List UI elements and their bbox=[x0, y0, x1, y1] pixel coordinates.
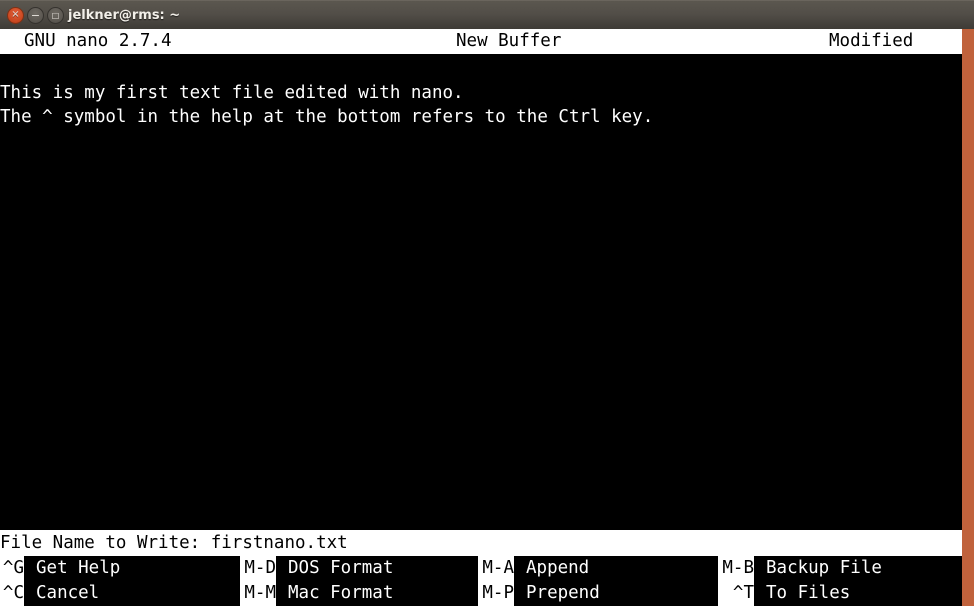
window-controls: × − □ bbox=[7, 7, 64, 24]
minimize-icon: − bbox=[30, 8, 41, 22]
shortcut-key: M-A bbox=[478, 556, 514, 581]
shortcut-label: Prepend bbox=[526, 583, 600, 603]
close-icon: × bbox=[11, 9, 20, 20]
window-title: jelkner@rms: ~ bbox=[68, 8, 181, 23]
editor-line: This is my first text file edited with n… bbox=[0, 83, 464, 103]
shortcut-label: Get Help bbox=[36, 558, 121, 578]
editor-line: The ^ symbol in the help at the bottom r… bbox=[0, 107, 654, 127]
window-frame-border bbox=[962, 29, 974, 606]
shortcut-label: To Files bbox=[766, 583, 851, 603]
minimize-button[interactable]: − bbox=[27, 7, 44, 24]
shortcut-key: ^G bbox=[0, 556, 24, 581]
maximize-icon: □ bbox=[51, 10, 60, 20]
nano-buffer-name: New Buffer bbox=[456, 31, 562, 51]
shortcut-label: Backup File bbox=[766, 558, 882, 578]
shortcut-key: ^T bbox=[718, 581, 754, 606]
shortcut-label: Cancel bbox=[36, 583, 100, 603]
shortcut-key: M-M bbox=[240, 581, 276, 606]
shortcut-key: ^C bbox=[0, 581, 24, 606]
nano-modified-flag: Modified bbox=[829, 31, 914, 51]
shortcut-label: Append bbox=[526, 558, 590, 578]
shortcut-key: M-D bbox=[240, 556, 276, 581]
nano-editor-area[interactable]: This is my first text file edited with n… bbox=[0, 54, 962, 530]
shortcut-label: DOS Format bbox=[288, 558, 394, 578]
nano-title-bar: GNU nano 2.7.4 New Buffer Modified bbox=[0, 29, 962, 54]
filename-prompt-text: File Name to Write: firstnano.txt bbox=[0, 533, 348, 553]
maximize-button[interactable]: □ bbox=[47, 7, 64, 24]
shortcut-key: M-B bbox=[718, 556, 754, 581]
nano-shortcut-bar: ^G Get Help M-D DOS Format M-A Append M-… bbox=[0, 556, 962, 606]
window-titlebar: × − □ jelkner@rms: ~ bbox=[0, 0, 974, 29]
shortcut-label: Mac Format bbox=[288, 583, 394, 603]
close-button[interactable]: × bbox=[7, 7, 24, 24]
nano-prompt-bar[interactable]: File Name to Write: firstnano.txt bbox=[0, 530, 962, 556]
terminal-window: × − □ jelkner@rms: ~ GNU nano 2.7.4 New … bbox=[0, 0, 974, 606]
shortcut-key: M-P bbox=[478, 581, 514, 606]
nano-version-label: GNU nano 2.7.4 bbox=[24, 31, 172, 51]
terminal-content[interactable]: GNU nano 2.7.4 New Buffer Modified This … bbox=[0, 29, 974, 606]
